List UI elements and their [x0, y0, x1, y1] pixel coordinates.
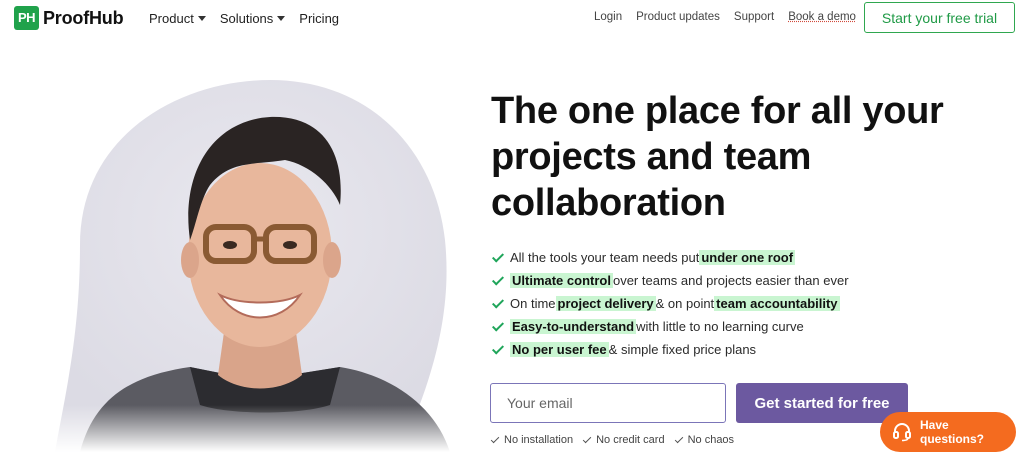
- get-started-button[interactable]: Get started for free: [736, 383, 908, 423]
- nav-product[interactable]: Product: [149, 11, 206, 26]
- feature-item: Easy-to-understand with little to no lea…: [492, 315, 849, 338]
- start-free-trial-button[interactable]: Start your free trial: [864, 2, 1015, 33]
- feature-item: All the tools your team needs put under …: [492, 246, 849, 269]
- perks-list: No installation No credit card No chaos: [491, 434, 734, 446]
- chevron-down-icon: [277, 16, 286, 21]
- feature-item: Ultimate control over teams and projects…: [492, 269, 849, 292]
- headset-icon: [893, 423, 911, 442]
- chevron-down-icon: [197, 16, 206, 21]
- check-icon: [491, 436, 500, 445]
- nav-solutions-label: Solutions: [219, 11, 274, 26]
- hero-illustration: [40, 80, 480, 452]
- perk-item: No chaos: [675, 434, 734, 446]
- product-updates-link[interactable]: Product updates: [636, 11, 720, 23]
- nav-pricing-label: Pricing: [299, 11, 340, 26]
- feature-item: No per user fee & simple fixed price pla…: [492, 338, 849, 361]
- nav-product-label: Product: [149, 11, 194, 26]
- perk-item: No installation: [491, 434, 573, 446]
- check-icon: [492, 275, 504, 287]
- check-icon: [492, 252, 504, 264]
- have-questions-button[interactable]: Have questions?: [880, 412, 1016, 452]
- secondary-nav: Login Product updates Support Book a dem…: [594, 11, 856, 23]
- check-icon: [492, 298, 504, 310]
- check-icon: [583, 436, 592, 445]
- have-questions-label: Have questions?: [920, 418, 985, 446]
- main-nav: Product Solutions Pricing: [149, 11, 339, 26]
- login-link[interactable]: Login: [594, 11, 622, 23]
- check-icon: [492, 344, 504, 356]
- support-link[interactable]: Support: [734, 11, 774, 23]
- email-input[interactable]: [490, 383, 726, 423]
- feature-list: All the tools your team needs put under …: [492, 246, 849, 361]
- logo[interactable]: PH ProofHub: [14, 6, 124, 30]
- hero-image: [40, 75, 480, 452]
- hero-headline: The one place for all your projects and …: [491, 90, 944, 224]
- site-header: PH ProofHub Product Solutions Pricing Lo…: [0, 0, 1024, 36]
- check-icon: [675, 436, 684, 445]
- logo-mark: PH: [14, 6, 39, 30]
- nav-solutions[interactable]: Solutions: [219, 11, 286, 26]
- nav-pricing[interactable]: Pricing: [299, 11, 339, 26]
- feature-item: On time project delivery & on point team…: [492, 292, 849, 315]
- perk-item: No credit card: [583, 434, 664, 446]
- check-icon: [492, 321, 504, 333]
- logo-text: ProofHub: [43, 7, 124, 28]
- book-demo-link[interactable]: Book a demo: [788, 11, 856, 23]
